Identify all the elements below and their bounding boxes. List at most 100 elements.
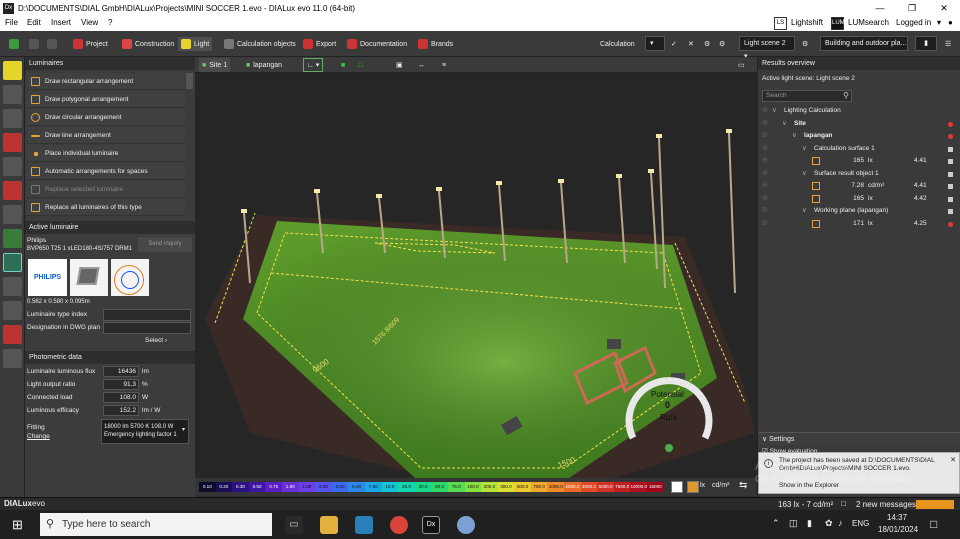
settings-header[interactable]: ∨ Settings: [758, 432, 960, 445]
more-menu-icon[interactable]: ☰: [942, 37, 954, 51]
mode-export[interactable]: Export: [300, 37, 339, 51]
wifi-icon[interactable]: ✿: [825, 518, 833, 529]
plan-view-icon[interactable]: ▮: [915, 36, 937, 51]
mode-light[interactable]: Light: [178, 37, 213, 51]
light-scene-select[interactable]: Light scene 2 ▾: [739, 36, 795, 60]
language-indicator[interactable]: ENG: [852, 519, 869, 528]
result-value-row[interactable]: ☉ 165 lx 4.41: [758, 155, 960, 167]
arrange-icon[interactable]: [3, 301, 22, 320]
task-view-icon[interactable]: ▭: [285, 516, 303, 534]
fitting-select[interactable]: 18000 lm 5700 K 108.0 W Emergency lighti…: [101, 419, 189, 444]
lumsearch-link[interactable]: LUMsearch: [848, 18, 889, 27]
mode-project[interactable]: Project: [70, 37, 111, 51]
measure-icon[interactable]: ↔: [415, 58, 428, 72]
exit-sign-icon[interactable]: [3, 181, 22, 200]
site-tab[interactable]: ■ Site 1: [199, 58, 231, 72]
room-icon[interactable]: [3, 325, 22, 344]
result-tree-node[interactable]: ☉ ∨ Working plane (lapangan): [758, 205, 960, 217]
eye-icon[interactable]: ☉: [762, 143, 768, 155]
mode-calculation-objects[interactable]: Calculation objects: [221, 37, 299, 51]
menu-help[interactable]: ?: [108, 18, 112, 27]
mode-documentation[interactable]: Documentation: [344, 37, 410, 51]
notification-center-icon[interactable]: □: [930, 517, 937, 531]
results-search-input[interactable]: Search ⚲: [762, 90, 852, 102]
replace-selected-luminaire[interactable]: Replace selected luminaire: [27, 181, 185, 198]
bulb-icon[interactable]: [3, 85, 22, 104]
expand-icon[interactable]: ∨: [802, 205, 807, 217]
view-plan-icon[interactable]: □: [355, 58, 365, 72]
expand-icon[interactable]: ∨: [772, 105, 777, 117]
type-index-input[interactable]: [103, 309, 191, 321]
result-value-row[interactable]: ☉ 171 lx 4.25: [758, 218, 960, 230]
light-arrangement-icon[interactable]: [3, 109, 22, 128]
eye-icon[interactable]: ☉: [762, 205, 768, 217]
lx-unit-toggle[interactable]: lx: [700, 482, 705, 489]
restore-icon[interactable]: ❐: [896, 0, 928, 16]
eye-icon[interactable]: ☉: [762, 180, 768, 192]
swap-icon[interactable]: ⇆: [739, 480, 747, 491]
send-inquiry-button[interactable]: Send inquiry: [138, 237, 192, 252]
photometric-value[interactable]: 16436: [103, 366, 139, 377]
eye-icon[interactable]: ☉: [762, 218, 768, 230]
taskbar-search-input[interactable]: ⚲ Type here to search: [40, 513, 272, 536]
swatch-orange[interactable]: [687, 481, 699, 493]
eye-icon[interactable]: ☉: [762, 155, 768, 167]
logged-in-status[interactable]: Logged in: [896, 18, 931, 27]
emergency-icon[interactable]: [3, 157, 22, 176]
replace-all-luminaires[interactable]: Replace all luminaires of this type: [27, 199, 185, 216]
draw-rectangular-arrangement[interactable]: Draw rectangular arrangement: [27, 73, 185, 90]
clock-date[interactable]: 18/01/2024: [878, 525, 918, 534]
result-tree-node[interactable]: ☉ ∨ Calculation surface 1: [758, 143, 960, 155]
luminaire-tool-icon[interactable]: [3, 61, 22, 80]
expand-icon[interactable]: ∨: [802, 143, 807, 155]
dialux-taskbar-icon[interactable]: Dx: [422, 516, 440, 534]
result-tree-node[interactable]: ☉ ∨ lapangan: [758, 130, 960, 142]
file-explorer-icon[interactable]: [320, 516, 338, 534]
fit-view-icon[interactable]: ▣: [393, 58, 406, 72]
save-icon[interactable]: [6, 37, 22, 51]
redo-icon[interactable]: [44, 37, 60, 51]
speech-bubble-icon[interactable]: □: [841, 499, 846, 508]
menu-insert[interactable]: Insert: [51, 18, 71, 27]
check-icon[interactable]: ✓: [668, 37, 680, 51]
menu-view[interactable]: View: [81, 18, 98, 27]
automatic-arrangements[interactable]: Automatic arrangements for spaces: [27, 163, 185, 180]
scene-icon[interactable]: [3, 229, 22, 248]
stop-icon[interactable]: ✕: [685, 37, 697, 51]
scene-options-icon[interactable]: ⚙: [799, 37, 811, 51]
settings-gear-icon[interactable]: ⚙: [716, 37, 728, 51]
draw-line-arrangement[interactable]: Draw line arrangement: [27, 127, 185, 144]
mode-construction[interactable]: Construction: [119, 37, 177, 51]
color-icon[interactable]: [3, 133, 22, 152]
close-icon[interactable]: ✕: [928, 0, 960, 16]
clock-time[interactable]: 14:37: [887, 513, 907, 522]
mode-brands[interactable]: Brands: [415, 37, 456, 51]
eye-icon[interactable]: ☉: [762, 193, 768, 205]
minimize-icon[interactable]: —: [864, 0, 896, 16]
close-icon[interactable]: ✕: [950, 456, 956, 464]
battery-icon[interactable]: ▮: [807, 518, 812, 529]
menu-edit[interactable]: Edit: [27, 18, 41, 27]
view-3d-icon[interactable]: ■: [338, 58, 348, 72]
ground-tab[interactable]: ■ lapangan: [243, 58, 285, 72]
photometric-value[interactable]: 108.0: [103, 392, 139, 403]
network-app-icon[interactable]: [457, 516, 475, 534]
messages-link[interactable]: 2 new messages: [856, 500, 916, 509]
photometric-value[interactable]: 152.2: [103, 405, 139, 416]
result-tree-node[interactable]: ☉ ∨ Surface result object 1: [758, 168, 960, 180]
calc-grid-icon[interactable]: [3, 253, 22, 272]
chevron-down-icon[interactable]: ▾: [937, 18, 941, 27]
building-select[interactable]: Building and outdoor pla... ▾: [820, 36, 908, 51]
draw-circular-arrangement[interactable]: Draw circular arrangement: [27, 109, 185, 126]
undo-icon[interactable]: [26, 37, 42, 51]
expand-icon[interactable]: ∨: [802, 168, 807, 180]
monitor-icon[interactable]: ▭: [735, 58, 748, 72]
cd-unit-toggle[interactable]: cd/m²: [712, 482, 730, 489]
menu-file[interactable]: File: [5, 18, 18, 27]
eye-icon[interactable]: ☉: [762, 105, 768, 117]
photos-icon[interactable]: [355, 516, 373, 534]
eye-icon[interactable]: ☉: [762, 168, 768, 180]
dwg-input[interactable]: [103, 322, 191, 334]
windows-start-icon[interactable]: ⊞: [12, 518, 26, 532]
chrome-icon[interactable]: [390, 516, 408, 534]
